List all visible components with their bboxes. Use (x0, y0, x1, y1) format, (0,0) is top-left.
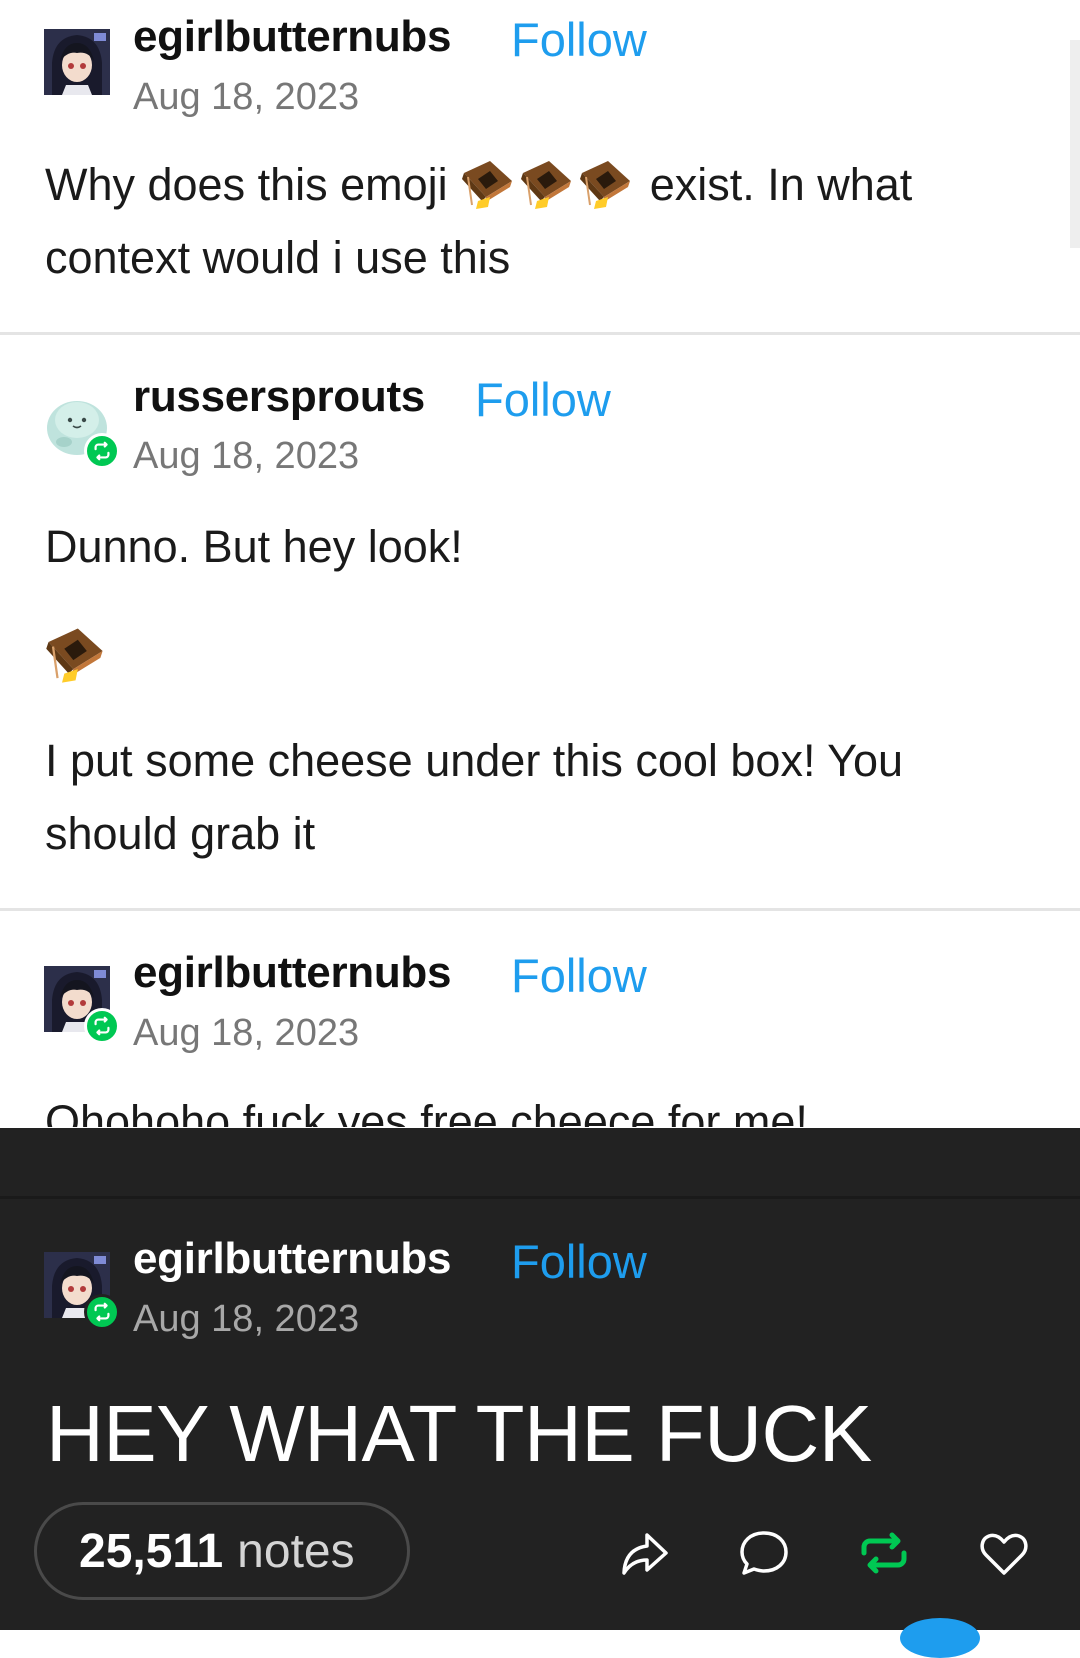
post-username[interactable]: egirlbutternubs (133, 12, 451, 62)
notes-button[interactable]: 25,511 notes (34, 1502, 410, 1600)
post-username[interactable]: egirlbutternubs (133, 948, 451, 998)
divider (0, 332, 1080, 335)
post-username[interactable]: egirlbutternubs (133, 1234, 451, 1284)
post-username[interactable]: russersprouts (133, 372, 425, 422)
box-trap-emoji-icon (44, 624, 106, 686)
reblog-badge-icon (84, 433, 120, 469)
like-icon[interactable] (976, 1525, 1032, 1581)
post-text: Ohohoho fuck yes free cheece for me! (45, 1096, 808, 1127)
reply-icon[interactable] (736, 1525, 792, 1581)
post-date: Aug 18, 2023 (133, 1012, 360, 1054)
reblog-badge-icon (84, 1008, 120, 1044)
box-trap-emoji-icon (578, 157, 633, 212)
divider (0, 1196, 1080, 1199)
post-date: Aug 18, 2023 (133, 1298, 360, 1340)
reblog-badge-icon (84, 1294, 120, 1330)
post-date: Aug 18, 2023 (133, 76, 360, 118)
floating-action-button[interactable] (900, 1618, 980, 1658)
follow-button[interactable]: Follow (511, 12, 647, 67)
follow-button[interactable]: Follow (511, 1234, 647, 1289)
reblog-icon[interactable] (856, 1525, 912, 1581)
box-trap-emoji-icon (460, 157, 515, 212)
share-icon[interactable] (616, 1525, 672, 1581)
follow-button[interactable]: Follow (511, 948, 647, 1003)
notes-label: notes (237, 1524, 355, 1578)
scrollbar[interactable] (1070, 40, 1080, 248)
post-date: Aug 18, 2023 (133, 435, 360, 477)
post-text: Why does this emoji (45, 159, 448, 210)
post-body: Why does this emoji exist. In what conte… (45, 148, 1035, 294)
divider (0, 908, 1080, 911)
notes-count: 25,511 (79, 1524, 224, 1578)
follow-button[interactable]: Follow (475, 372, 611, 427)
anime-avatar-icon[interactable] (44, 29, 110, 95)
post-text: Dunno. But hey look! (45, 521, 463, 572)
box-trap-emoji-icon (519, 157, 574, 212)
post-text: I put some cheese under this cool box! Y… (45, 735, 904, 859)
post-text: HEY WHAT THE FUCK (46, 1389, 872, 1478)
